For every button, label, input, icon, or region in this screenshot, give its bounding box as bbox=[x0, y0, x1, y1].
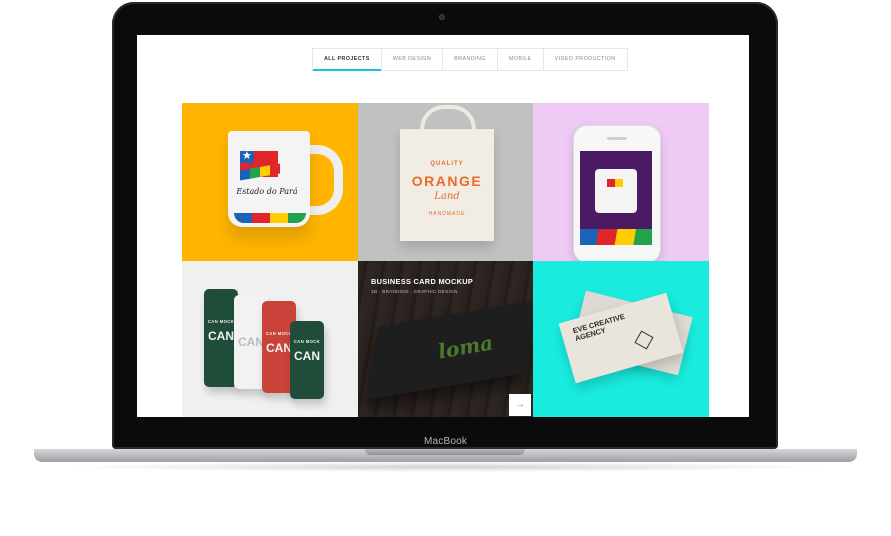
tab-branding[interactable]: BRANDING bbox=[443, 49, 498, 70]
laptop-brand-label: MacBook bbox=[423, 436, 468, 447]
tab-video-production[interactable]: VIDEO PRODUCTION bbox=[544, 49, 627, 70]
can-label-big: CAN bbox=[294, 349, 320, 363]
portfolio-grid: ★ Estado do Pará QUALITY ORANGE Land HAN… bbox=[182, 103, 709, 417]
portfolio-item-agency-card[interactable]: EVE CREATIVE AGENCY bbox=[533, 261, 709, 417]
can-label-small: CAN MOCK bbox=[293, 339, 321, 344]
portfolio-filter-tabs: ALL PROJECTS WEB DESIGN BRANDING MOBILE … bbox=[312, 48, 628, 71]
can-label-small: CAN MOCK bbox=[207, 319, 235, 324]
screen: ALL PROJECTS WEB DESIGN BRANDING MOBILE … bbox=[137, 35, 749, 417]
mug-base-stripes bbox=[234, 213, 306, 223]
camera-icon bbox=[439, 14, 445, 20]
tab-mobile[interactable]: MOBILE bbox=[498, 49, 544, 70]
item-categories: 3D . BRANDING . GRAPHIC DESIGN bbox=[371, 289, 458, 294]
tshirt-graphic bbox=[595, 169, 637, 213]
tab-all-projects[interactable]: ALL PROJECTS bbox=[313, 49, 382, 71]
bag-text-orange: ORANGE bbox=[411, 173, 483, 189]
bag-text-quality: QUALITY bbox=[430, 161, 464, 167]
star-icon: ★ bbox=[242, 150, 252, 162]
stripe-graphic bbox=[580, 229, 652, 245]
portfolio-item-mug[interactable]: ★ Estado do Pará bbox=[182, 103, 358, 261]
laptop-shadow bbox=[60, 462, 831, 472]
portfolio-item-phone[interactable] bbox=[533, 103, 709, 261]
bag-text-handmade: HANDMADE bbox=[428, 211, 466, 217]
can-label-big: CAN bbox=[208, 329, 234, 343]
shirt-logo bbox=[607, 179, 623, 187]
can-green-front: CAN MOCK CAN bbox=[290, 321, 324, 399]
portfolio-item-cans[interactable]: CAN MOCK CAN CAN CAN MOCK CAN CAN MOCK C… bbox=[182, 261, 358, 417]
portfolio-item-business-card[interactable]: loma BUSINESS CARD MOCKUP 3D . BRANDING … bbox=[358, 261, 533, 417]
portfolio-item-tote-bag[interactable]: QUALITY ORANGE Land HANDMADE bbox=[358, 103, 533, 261]
can-green-back: CAN MOCK CAN bbox=[204, 289, 238, 387]
tab-web-design[interactable]: WEB DESIGN bbox=[382, 49, 444, 70]
mug-text: Estado do Pará bbox=[236, 187, 298, 196]
bag-text-land: Land bbox=[434, 191, 460, 202]
phone-speaker bbox=[607, 137, 627, 140]
item-title: BUSINESS CARD MOCKUP bbox=[371, 277, 474, 286]
arrow-right-icon[interactable]: → bbox=[509, 394, 531, 416]
laptop-notch bbox=[365, 449, 525, 455]
